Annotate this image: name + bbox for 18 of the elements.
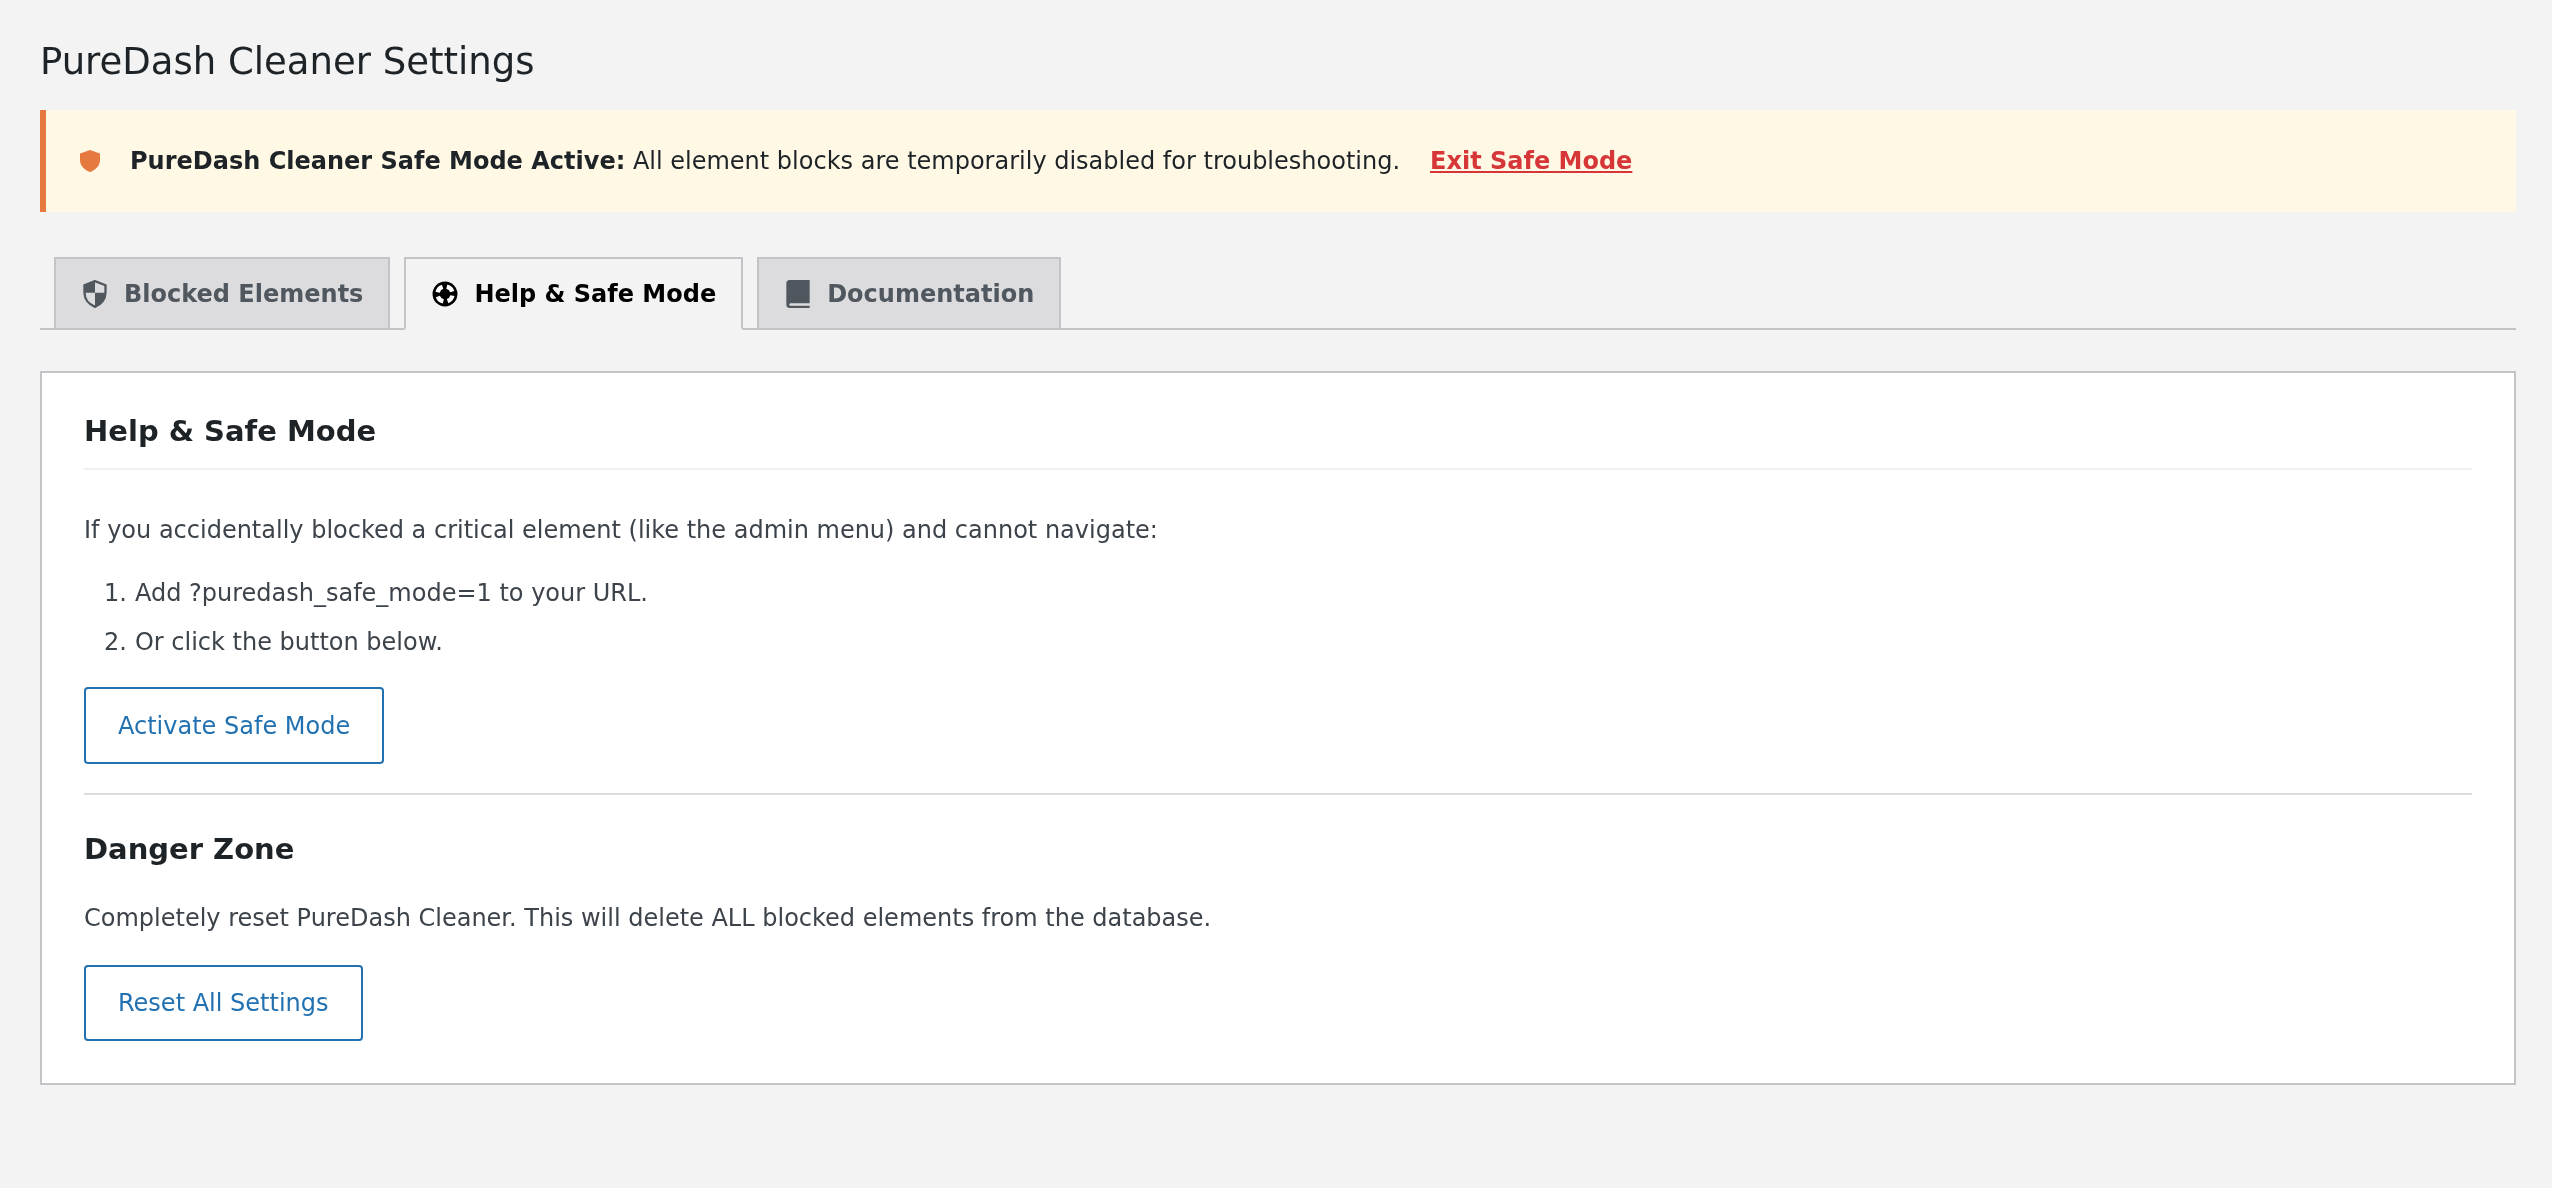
tab[interactable]: Documentation — [757, 257, 1062, 330]
list-item: 2. Or click the button below. — [104, 627, 443, 658]
exit-safe-mode-link[interactable]: Exit Safe Mode — [1430, 145, 1633, 177]
shield-icon — [82, 279, 108, 308]
intro-text: If you accidentally blocked a critical element (like the admin menu) and cannot navigate: — [84, 515, 1159, 546]
danger-zone-text: Completely reset PureDash Cleaner. This will delete ALL blocked elements from the database. — [84, 903, 1213, 934]
tab[interactable]: Blocked Elements — [54, 257, 391, 330]
notice-message: PureDash Cleaner Safe Mode Active: All element blocks are temporarily disabled for troubleshooting. — [130, 146, 1401, 177]
shield-icon — [80, 150, 100, 172]
section-heading: Danger Zone — [84, 831, 296, 867]
book-icon — [785, 279, 812, 308]
tab[interactable]: Help & Safe Mode — [404, 257, 744, 330]
page-title: PureDash Cleaner Settings — [40, 40, 536, 84]
lifebuoy-icon — [432, 279, 459, 308]
reset-settings-button[interactable]: Reset All Settings — [84, 965, 363, 1041]
activate-safe-mode-button[interactable]: Activate Safe Mode — [84, 687, 385, 764]
list-item: 1. Add ?puredash_safe_mode=1 to your URL. — [104, 578, 648, 609]
section-heading: Help & Safe Mode — [84, 413, 2472, 470]
